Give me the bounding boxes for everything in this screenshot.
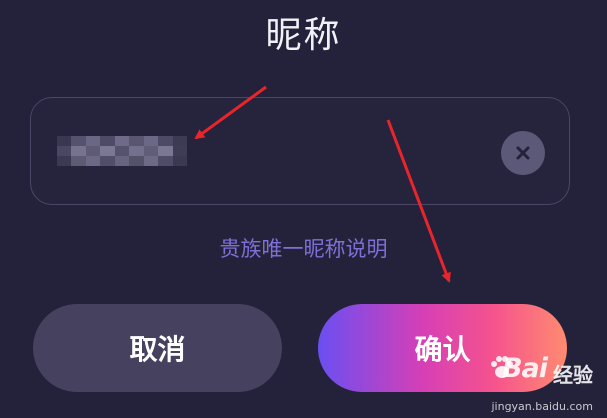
nickname-value: ▇▇▇▇ (31, 98, 32, 99)
nickname-value-blurred (57, 136, 187, 166)
nickname-input[interactable]: ▇▇▇▇ (30, 97, 570, 205)
nickname-explain-link[interactable]: 贵族唯一昵称说明 (0, 233, 607, 263)
watermark-brand-cn: 经验 (553, 363, 593, 387)
watermark-url: jingyan.baidu.com (491, 400, 593, 413)
paw-icon (491, 356, 513, 378)
cancel-button[interactable]: 取消 (33, 304, 282, 392)
close-icon (516, 146, 530, 160)
clear-button[interactable] (501, 131, 545, 175)
dialog-title: 昵称 (265, 15, 342, 56)
baidu-watermark: Bai 经验 jingyan.baidu.com (443, 353, 593, 415)
